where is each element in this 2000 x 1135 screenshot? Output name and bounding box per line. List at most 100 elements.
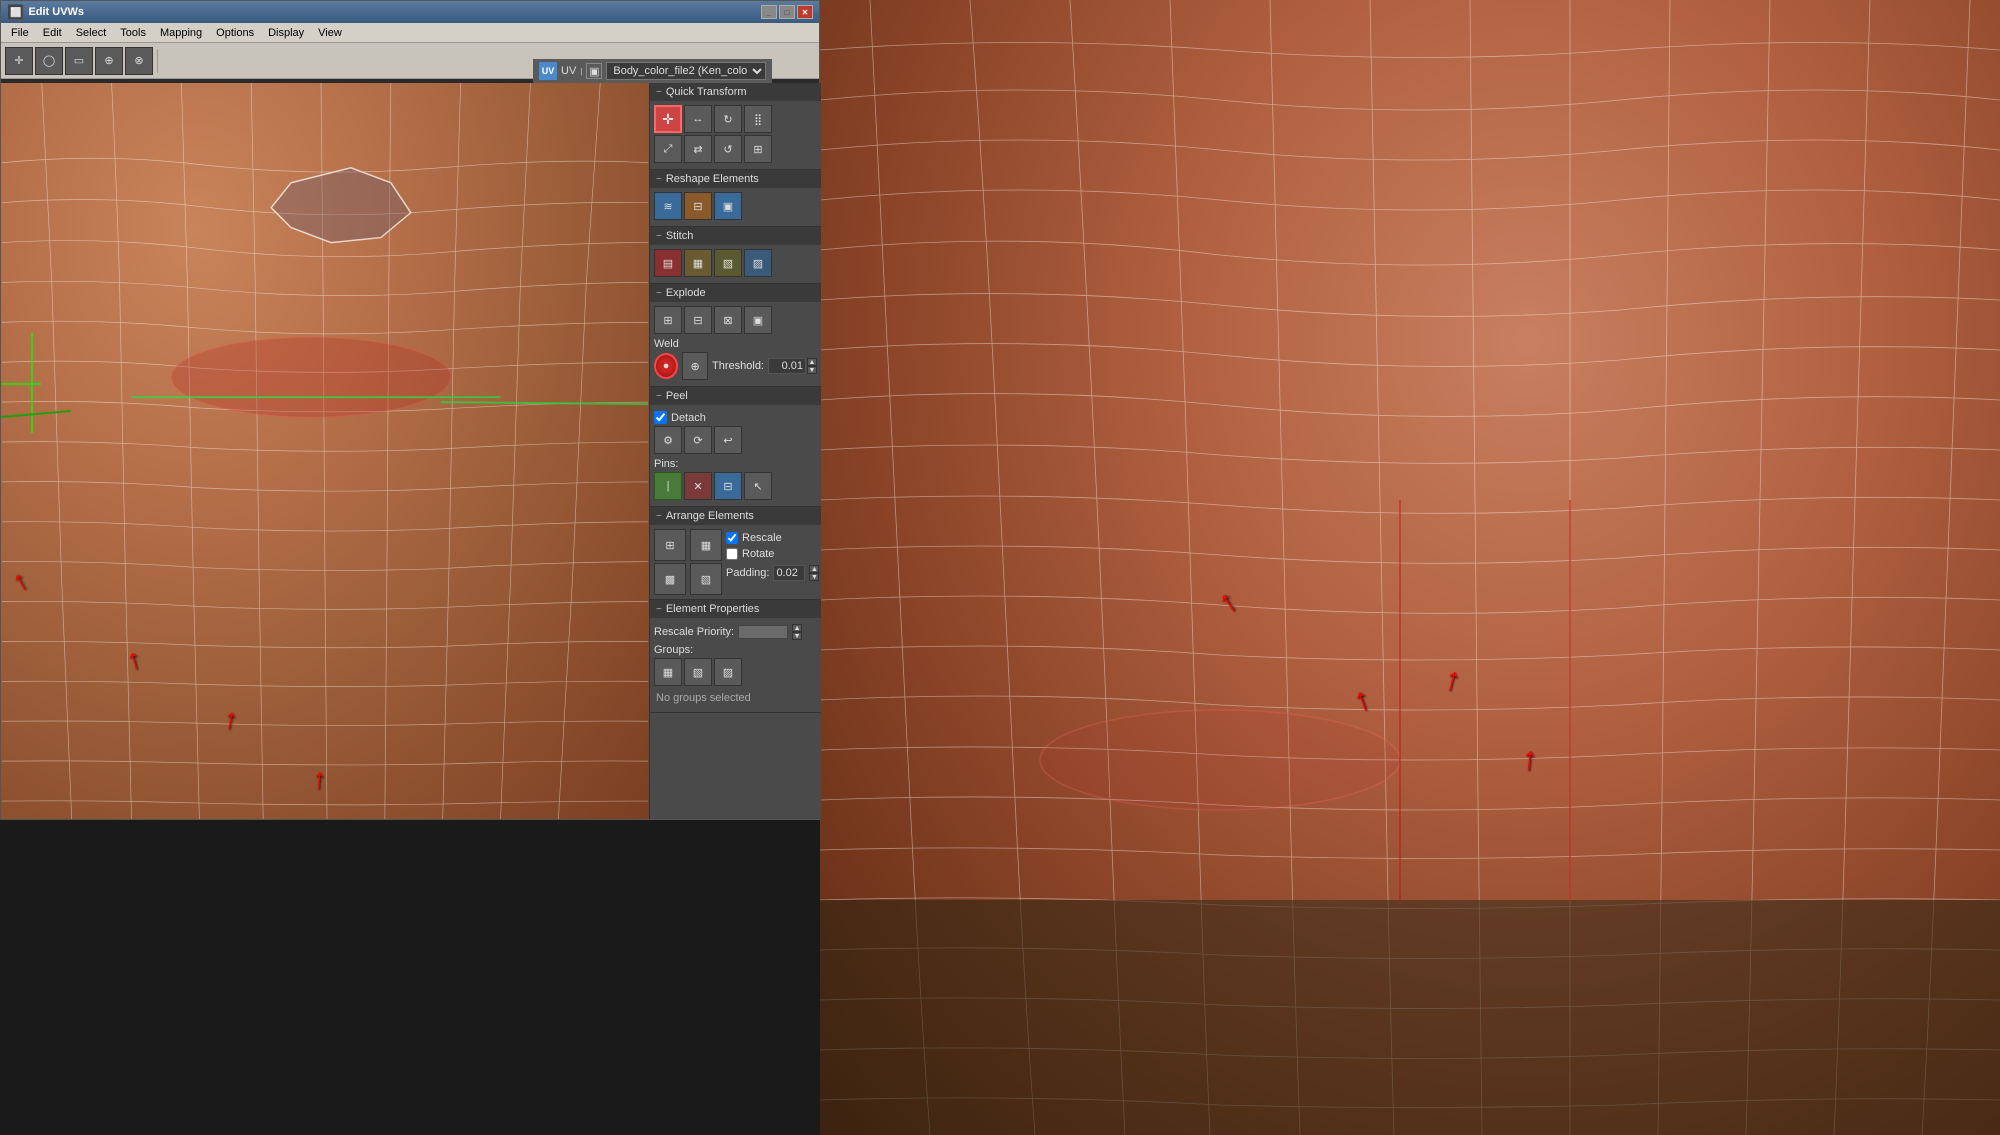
uv-wire-mesh xyxy=(1,83,649,819)
menu-select[interactable]: Select xyxy=(70,25,113,41)
group-btn-3[interactable]: ▨ xyxy=(714,658,742,686)
tools-panel: − Quick Transform ✛ ↔ ↻ ⣿ ⤢ ⇄ ↺ ⊞ xyxy=(649,83,821,819)
menu-file[interactable]: File xyxy=(5,25,35,41)
padding-up[interactable]: ▲ xyxy=(809,565,819,573)
section-header-stitch[interactable]: − Stitch xyxy=(650,227,821,245)
re-btn-expand-sel[interactable]: ▣ xyxy=(714,192,742,220)
rescale-label: Rescale xyxy=(742,532,782,544)
st-btn-1[interactable]: ▤ xyxy=(654,249,682,277)
section-content-qt: ✛ ↔ ↻ ⣿ ⤢ ⇄ ↺ ⊞ xyxy=(650,101,821,169)
menu-bar: File Edit Select Tools Mapping Options D… xyxy=(1,23,819,43)
re-btn-straighten[interactable]: ⊟ xyxy=(684,192,712,220)
section-header-reshape[interactable]: − Reshape Elements xyxy=(650,170,821,188)
qt-btn-grid[interactable]: ⣿ xyxy=(744,105,772,133)
detach-row: Detach xyxy=(654,409,817,426)
toolbar-rect[interactable]: ▭ xyxy=(65,47,93,75)
section-header-quick-transform[interactable]: − Quick Transform xyxy=(650,83,821,101)
channel-icon: ▣ xyxy=(586,63,602,79)
pin-btn-2[interactable]: ✕ xyxy=(684,472,712,500)
threshold-up[interactable]: ▲ xyxy=(807,358,817,366)
qt-btn-move-diag[interactable]: ⤢ xyxy=(654,135,682,163)
weld-circle-btn[interactable]: ● xyxy=(654,353,678,379)
section-header-arrange[interactable]: − Arrange Elements xyxy=(650,507,821,525)
group-btn-2[interactable]: ▧ xyxy=(684,658,712,686)
st-btn-4[interactable]: ▨ xyxy=(744,249,772,277)
groups-row: ▦ ▧ ▨ xyxy=(654,658,817,686)
qt-row2: ⤢ ⇄ ↺ ⊞ xyxy=(654,135,817,163)
pins-label: Pins: xyxy=(654,456,817,472)
menu-options[interactable]: Options xyxy=(210,25,260,41)
threshold-label: Threshold: xyxy=(712,360,764,372)
arrow-left-4: ↑ xyxy=(311,763,328,796)
ex-btn-3[interactable]: ⊠ xyxy=(714,306,742,334)
toolbar-circle[interactable]: ◯ xyxy=(35,47,63,75)
padding-input[interactable] xyxy=(773,565,805,581)
weld-plus-btn[interactable]: ⊕ xyxy=(682,352,708,380)
peel-btn-1[interactable]: ⚙ xyxy=(654,426,682,454)
rotate-row: Rotate xyxy=(726,547,819,561)
window-titlebar: 🔲 Edit UVWs _ □ ✕ xyxy=(1,1,819,23)
threshold-input[interactable] xyxy=(768,358,806,374)
green-axis-v xyxy=(31,333,33,433)
section-header-peel[interactable]: − Peel xyxy=(650,387,821,405)
ex-btn-2[interactable]: ⊟ xyxy=(684,306,712,334)
rescale-priority-row: Rescale Priority: ▲ ▼ xyxy=(654,622,817,642)
st-btn-3[interactable]: ▧ xyxy=(714,249,742,277)
padding-spinner: ▲ ▼ xyxy=(809,565,819,581)
threshold-down[interactable]: ▼ xyxy=(807,366,817,374)
group-btn-1[interactable]: ▦ xyxy=(654,658,682,686)
arrange-btn-3[interactable]: ▦ xyxy=(690,529,722,561)
toolbar-select[interactable]: ⊗ xyxy=(125,47,153,75)
viewport-window: 🔲 Edit UVWs _ □ ✕ File Edit Select Tools… xyxy=(0,0,820,820)
section-arrange: − Arrange Elements ⊞ ▩ ▦ ▧ xyxy=(650,507,821,600)
pin-btn-3[interactable]: ⊟ xyxy=(714,472,742,500)
arrange-btn-4[interactable]: ▧ xyxy=(690,563,722,595)
uv-channel-dropdown[interactable]: Body_color_file2 (Ken_color.jp xyxy=(606,62,766,80)
qt-btn-cross[interactable]: ✛ xyxy=(654,105,682,133)
section-title-re: Reshape Elements xyxy=(666,173,759,185)
pin-btn-4[interactable]: ↖ xyxy=(744,472,772,500)
section-header-explode[interactable]: − Explode xyxy=(650,284,821,302)
priority-down[interactable]: ▼ xyxy=(792,632,802,640)
qt-btn-rotate-cw[interactable]: ↻ xyxy=(714,105,742,133)
st-btn-2[interactable]: ▦ xyxy=(684,249,712,277)
section-title-ex: Explode xyxy=(666,287,706,299)
arrange-btn-2[interactable]: ▩ xyxy=(654,563,686,595)
uv-label: UV xyxy=(561,65,576,77)
close-button[interactable]: ✕ xyxy=(797,5,813,19)
qt-btn-flip-h[interactable]: ⇄ xyxy=(684,135,712,163)
toolbar-move[interactable]: ✛ xyxy=(5,47,33,75)
minimize-button[interactable]: _ xyxy=(761,5,777,19)
padding-down[interactable]: ▼ xyxy=(809,573,819,581)
uv-viewport[interactable]: ↑ ↑ ↑ ↑ xyxy=(1,83,649,819)
peel-btn-2[interactable]: ⟳ xyxy=(684,426,712,454)
toolbar-lasso[interactable]: ⊕ xyxy=(95,47,123,75)
rescale-checkbox[interactable] xyxy=(726,532,738,544)
ex-btn-4[interactable]: ▣ xyxy=(744,306,772,334)
peel-btn-3[interactable]: ↩ xyxy=(714,426,742,454)
qt-btn-move-h[interactable]: ↔ xyxy=(684,105,712,133)
menu-display[interactable]: Display xyxy=(262,25,310,41)
arrow-right-4: ↑ xyxy=(1520,739,1539,777)
pin-btn-1[interactable]: | xyxy=(654,472,682,500)
menu-edit[interactable]: Edit xyxy=(37,25,68,41)
arrange-btn-1[interactable]: ⊞ xyxy=(654,529,686,561)
detach-label: Detach xyxy=(671,412,706,424)
section-quick-transform: − Quick Transform ✛ ↔ ↻ ⣿ ⤢ ⇄ ↺ ⊞ xyxy=(650,83,821,170)
priority-up[interactable]: ▲ xyxy=(792,624,802,632)
qt-btn-expand[interactable]: ⊞ xyxy=(744,135,772,163)
menu-view[interactable]: View xyxy=(312,25,348,41)
main-toolbar: ✛ ◯ ▭ ⊕ ⊗ UV UV | ▣ Body_color_file2 (Ke… xyxy=(1,43,819,79)
section-content-re: ≋ ⊟ ▣ xyxy=(650,188,821,226)
restore-button[interactable]: □ xyxy=(779,5,795,19)
re-btn-relax[interactable]: ≋ xyxy=(654,192,682,220)
detach-checkbox[interactable] xyxy=(654,411,667,424)
priority-bar[interactable] xyxy=(738,625,788,639)
qt-btn-rotate-ccw[interactable]: ↺ xyxy=(714,135,742,163)
section-header-ep[interactable]: − Element Properties xyxy=(650,600,821,618)
ex-btn-1[interactable]: ⊞ xyxy=(654,306,682,334)
section-content-ep: Rescale Priority: ▲ ▼ Groups: ▦ ▧ ▨ No g… xyxy=(650,618,821,712)
rotate-checkbox[interactable] xyxy=(726,548,738,560)
menu-mapping[interactable]: Mapping xyxy=(154,25,208,41)
menu-tools[interactable]: Tools xyxy=(114,25,152,41)
